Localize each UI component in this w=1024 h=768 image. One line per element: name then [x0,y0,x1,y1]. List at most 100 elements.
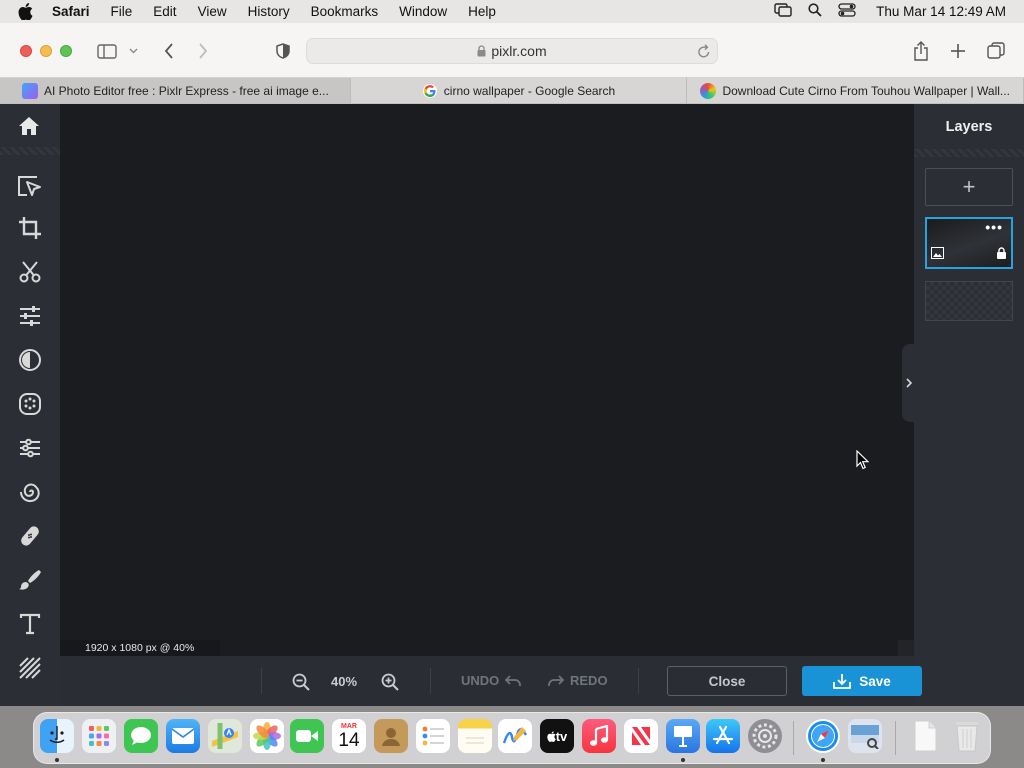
tab-wallpaper[interactable]: Download Cute Cirno From Touhou Wallpape… [687,78,1024,103]
pattern-tool-icon[interactable] [16,654,44,682]
launchpad-icon[interactable] [82,719,116,753]
keynote-icon[interactable] [666,719,700,753]
menu-file[interactable]: File [111,4,133,19]
menu-app-name[interactable]: Safari [52,4,90,19]
zoom-level[interactable]: 40% [331,674,357,689]
window-minimize-button[interactable] [40,45,52,57]
notes-icon[interactable] [458,719,492,753]
separator [430,668,431,694]
zoom-out-icon[interactable] [291,672,311,692]
photos-icon[interactable] [250,719,284,753]
add-layer-button[interactable]: + [925,168,1013,206]
redo-button[interactable]: REDO [548,673,608,688]
close-button[interactable]: Close [667,666,787,696]
layer-options-icon[interactable]: ••• [985,220,1003,234]
zoom-in-icon[interactable] [380,672,400,692]
menu-history[interactable]: History [248,4,290,19]
window-close-button[interactable] [20,45,32,57]
new-tab-icon[interactable] [947,40,969,62]
adjust-tool-icon[interactable] [16,302,44,330]
screen-mirroring-icon[interactable] [774,3,792,20]
back-icon[interactable] [158,40,180,62]
chevron-down-icon[interactable] [126,40,140,62]
window-zoom-button[interactable] [60,45,72,57]
menu-help[interactable]: Help [468,4,496,19]
crop-tool-icon[interactable] [16,214,44,242]
reminders-icon[interactable] [416,719,450,753]
mail-icon[interactable] [166,719,200,753]
finder-icon[interactable] [40,719,74,753]
redo-label: REDO [570,673,608,688]
app-store-icon[interactable] [706,719,740,753]
control-center-icon[interactable] [838,3,856,20]
canvas-info: 1920 x 1080 px @ 40% [60,640,220,656]
trash-icon[interactable] [950,719,984,753]
contacts-icon[interactable] [374,719,408,753]
preview-icon[interactable] [848,719,882,753]
news-icon[interactable] [624,719,658,753]
editor-bottom-bar: 40% UNDO REDO Close Save [60,656,922,706]
tab-google-search[interactable]: cirno wallpaper - Google Search [351,78,688,103]
image-layer-icon [931,246,944,264]
share-icon[interactable] [910,40,932,62]
tab-bar: AI Photo Editor free : Pixlr Express - f… [0,78,1024,104]
cutout-tool-icon[interactable] [16,258,44,286]
save-button[interactable]: Save [802,666,922,696]
menu-window[interactable]: Window [399,4,447,19]
documents-folder-icon[interactable] [908,719,942,753]
menu-edit[interactable]: Edit [153,4,176,19]
calendar-icon[interactable]: MAR 14 [332,719,366,753]
layers-title: Layers [945,119,993,135]
maps-icon[interactable] [208,719,242,753]
dock-separator [793,721,794,755]
layer-lock-icon[interactable] [996,246,1007,264]
reload-icon[interactable] [697,43,711,59]
pixlr-favicon-icon [22,82,38,99]
tool-sidebar [0,104,60,706]
sidebar-divider [0,147,60,155]
redo-icon [548,674,564,686]
tab-title: cirno wallpaper - Google Search [443,83,616,98]
undo-button[interactable]: UNDO [461,673,522,688]
apple-tv-icon[interactable]: tv [540,719,574,753]
liquify-tool-icon[interactable] [16,434,44,462]
safari-icon[interactable] [806,719,840,753]
sidebar-toggle-icon[interactable] [96,40,118,62]
brush-tool-icon[interactable] [16,566,44,594]
apple-menu-icon[interactable] [18,3,38,20]
filter-tool-icon[interactable] [16,346,44,374]
facetime-icon[interactable] [290,719,324,753]
running-indicator [821,758,825,762]
undo-icon [505,674,522,686]
freeform-icon[interactable] [498,719,532,753]
address-bar[interactable]: pixlr.com [306,38,718,64]
tab-title: Download Cute Cirno From Touhou Wallpape… [722,83,1010,98]
menu-bookmarks[interactable]: Bookmarks [311,4,379,19]
menu-view[interactable]: View [198,4,227,19]
forward-icon[interactable] [192,40,214,62]
heal-tool-icon[interactable] [16,522,44,550]
dock-separator [895,721,896,755]
music-icon[interactable] [582,719,616,753]
arrange-tool-icon[interactable] [16,172,44,200]
spotlight-search-icon[interactable] [808,3,822,20]
tab-overview-icon[interactable] [985,40,1007,62]
messages-icon[interactable] [124,719,158,753]
home-icon[interactable] [18,116,40,141]
privacy-shield-icon[interactable] [272,40,294,62]
effect-tool-icon[interactable] [16,390,44,418]
tv-label: tv [555,728,568,744]
text-tool-icon[interactable] [16,610,44,638]
tab-title: AI Photo Editor free : Pixlr Express - f… [44,83,329,98]
tab-pixlr[interactable]: AI Photo Editor free : Pixlr Express - f… [0,78,351,103]
layer-thumbnail-selected[interactable]: ••• [925,217,1013,269]
layer-thumbnail-transparent[interactable] [925,281,1013,321]
mouse-cursor-icon [856,449,870,475]
save-label: Save [859,673,891,689]
browser-toolbar: pixlr.com [0,23,1024,78]
menu-clock[interactable]: Thu Mar 14 12:49 AM [876,4,1006,19]
url-text: pixlr.com [491,43,547,59]
canvas-area[interactable]: 1920 x 1080 px @ 40% [60,104,914,656]
system-settings-icon[interactable] [748,719,782,753]
spiral-tool-icon[interactable] [16,478,44,506]
